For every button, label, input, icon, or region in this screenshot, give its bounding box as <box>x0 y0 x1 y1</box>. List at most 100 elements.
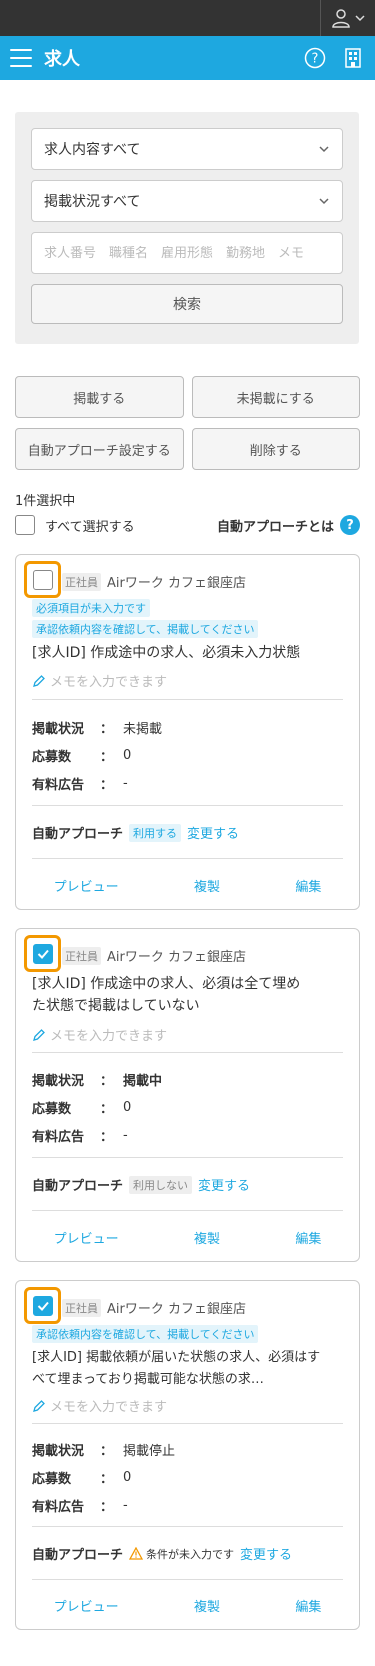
divider <box>32 1052 343 1053</box>
job-checkbox[interactable] <box>32 569 53 590</box>
edit-link[interactable]: 編集 <box>295 1596 321 1615</box>
divider <box>32 1423 343 1424</box>
shop-name: Airワーク カフェ銀座店 <box>107 950 246 965</box>
job-title-line: た状態で掲載はしていない <box>32 998 200 1014</box>
edit-link[interactable]: 編集 <box>295 876 321 895</box>
search-button[interactable]: 検索 <box>31 284 343 324</box>
question-icon[interactable]: ? <box>340 515 360 535</box>
bulk-actions: 掲載する 未掲載にする 自動アプローチ設定する 削除する <box>15 376 360 480</box>
paid-ad-label: 有料広告 <box>32 1499 85 1515</box>
auto-approach-set-button[interactable]: 自動アプローチ設定する <box>15 428 184 470</box>
job-title[interactable]: [求人ID] 作成途中の求人、必須未入力状態 <box>32 642 300 664</box>
divider <box>32 1579 343 1580</box>
svg-text:?: ? <box>312 52 319 67</box>
warning-icon <box>129 1547 144 1560</box>
search-panel: 求人内容すべて 掲載状況すべて 検索 <box>15 112 359 344</box>
job-checkbox-highlight <box>24 1287 61 1324</box>
divider <box>32 1210 343 1211</box>
paid-ad-value: - <box>123 1127 128 1143</box>
pencil-icon <box>33 1399 45 1412</box>
copy-link[interactable]: 複製 <box>194 1596 220 1615</box>
applicants-value: 0 <box>123 1099 132 1115</box>
account-menu[interactable] <box>320 0 375 36</box>
applicants-label: 応募数 <box>32 1471 72 1487</box>
applicants-value: 0 <box>123 1469 132 1485</box>
change-link[interactable]: 変更する <box>198 1175 250 1194</box>
colon: ： <box>100 1443 114 1459</box>
preview-link[interactable]: プレビュー <box>54 1228 119 1247</box>
auto-approach-row: 自動アプローチ 利用しない 変更する <box>32 1175 250 1194</box>
status-value: 掲載停止 <box>123 1443 176 1459</box>
pencil-icon <box>33 674 45 687</box>
job-checkbox[interactable] <box>32 1295 53 1316</box>
job-checkbox[interactable] <box>32 943 53 964</box>
unpublish-button[interactable]: 未掲載にする <box>191 376 360 418</box>
divider <box>32 1157 343 1158</box>
employment-badge: 正社員 <box>62 946 101 965</box>
keyword-input[interactable] <box>44 245 330 261</box>
job-title-line: [求人ID] 作成途中の求人、必須は全て埋め <box>32 976 301 992</box>
paid-ad-value: - <box>123 1497 128 1513</box>
job-title[interactable]: [求人ID] 作成途中の求人、必須は全て埋め た状態で掲載はしていない <box>32 973 300 1017</box>
chevron-down-icon <box>355 15 365 22</box>
auto-approach-label: 自動アプローチ <box>32 1179 124 1194</box>
job-card: 正社員 Airワーク カフェ銀座店 必須項目が未入力です 承認依頼内容を確認して… <box>15 554 360 910</box>
memo-field[interactable]: メモを入力できます <box>32 1396 167 1415</box>
auto-approach-row: 自動アプローチ 条件が未入力です 変更する <box>32 1544 292 1563</box>
auto-approach-row: 自動アプローチ 利用する 変更する <box>32 823 239 842</box>
colon: ： <box>100 749 114 765</box>
copy-link[interactable]: 複製 <box>194 876 220 895</box>
employment-badge: 正社員 <box>62 572 101 591</box>
delete-button[interactable]: 削除する <box>191 428 360 470</box>
job-title[interactable]: [求人ID] 掲載依頼が届いた状態の求人、必須はす べて埋まっており掲載可能な状… <box>32 1347 320 1391</box>
check-icon <box>37 949 49 959</box>
memo-field[interactable]: メモを入力できます <box>32 671 167 690</box>
colon: ： <box>100 721 114 737</box>
check-icon <box>37 1301 49 1311</box>
status-select[interactable]: 掲載状況すべて <box>31 180 343 222</box>
edit-link[interactable]: 編集 <box>295 1228 321 1247</box>
change-link[interactable]: 変更する <box>240 1544 292 1563</box>
memo-placeholder: メモを入力できます <box>50 675 168 690</box>
chevron-down-icon <box>319 146 329 153</box>
colon: ： <box>100 1073 114 1089</box>
building-icon[interactable] <box>341 46 365 70</box>
job-meta: 正社員 Airワーク カフェ銀座店 <box>62 572 246 591</box>
status-value: 掲載中 <box>123 1073 163 1089</box>
help-icon[interactable]: ? <box>303 46 327 70</box>
card-footer: プレビュー 複製 編集 <box>16 1228 359 1247</box>
divider <box>32 805 343 806</box>
content-select[interactable]: 求人内容すべて <box>31 128 343 170</box>
selection-count: 1件選択中 <box>15 494 76 509</box>
applicants-label: 応募数 <box>32 749 72 765</box>
page-title: 求人 <box>44 49 80 70</box>
preview-link[interactable]: プレビュー <box>54 876 119 895</box>
status-label: 掲載状況 <box>32 721 85 737</box>
divider <box>32 858 343 859</box>
keyword-field <box>31 232 343 274</box>
select-all-checkbox[interactable] <box>15 515 35 535</box>
auto-approach-warning: 条件が未入力です <box>129 1546 234 1562</box>
copy-link[interactable]: 複製 <box>194 1228 220 1247</box>
paid-ad-label: 有料広告 <box>32 777 85 793</box>
applicants-label: 応募数 <box>32 1101 72 1117</box>
status-value: 未掲載 <box>123 721 163 737</box>
publish-button[interactable]: 掲載する <box>15 376 184 418</box>
job-checkbox-highlight <box>24 561 61 598</box>
job-card: 正社員 Airワーク カフェ銀座店 承認依頼内容を確認して、掲載してください [… <box>15 1280 360 1630</box>
auto-approach-state: 条件が未入力です <box>146 1547 235 1561</box>
pencil-icon <box>33 1028 45 1041</box>
about-auto-approach[interactable]: 自動アプローチとは <box>217 516 334 535</box>
memo-field[interactable]: メモを入力できます <box>32 1025 167 1044</box>
preview-link[interactable]: プレビュー <box>54 1596 119 1615</box>
auto-approach-state: 利用する <box>129 823 182 842</box>
hamburger-menu-icon[interactable] <box>10 49 32 67</box>
job-meta: 正社員 Airワーク カフェ銀座店 <box>62 946 246 965</box>
shop-name: Airワーク カフェ銀座店 <box>107 576 246 591</box>
change-link[interactable]: 変更する <box>187 823 239 842</box>
paid-ad-label: 有料広告 <box>32 1129 85 1145</box>
app-header: 求人 ? <box>0 36 375 80</box>
select-all-row: すべて選択する 自動アプローチとは ? <box>15 515 360 535</box>
auto-approach-label: 自動アプローチ <box>32 827 124 842</box>
colon: ： <box>100 777 114 793</box>
